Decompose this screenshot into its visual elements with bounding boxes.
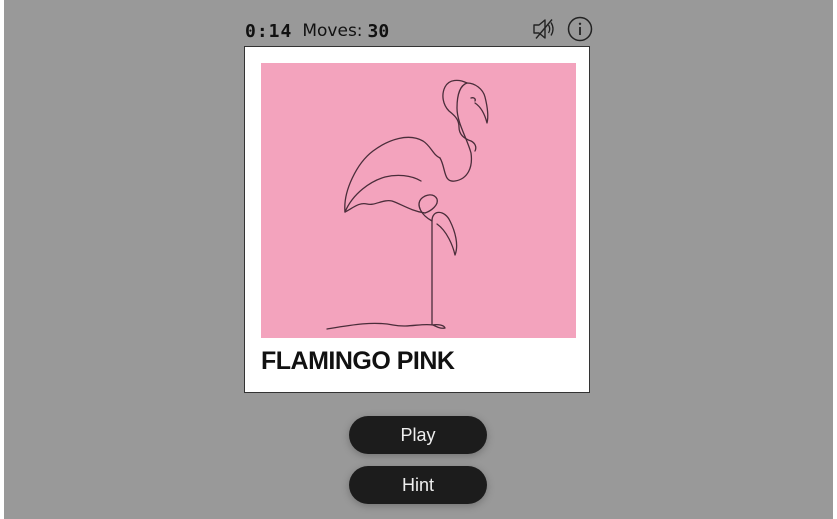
color-name-title: FLAMINGO PINK [261,347,455,375]
puzzle-board[interactable]: FLAMINGO PINK [244,46,590,393]
flamingo-illustration [326,79,489,330]
play-button[interactable]: Play [349,416,487,454]
speaker-muted-icon [533,19,554,39]
moves-label: Moves: [302,21,363,41]
hint-button[interactable]: Hint [349,466,487,504]
mute-button[interactable] [531,16,557,42]
info-button[interactable] [567,16,593,42]
info-circle-icon [567,16,593,42]
color-swatch [261,63,576,338]
game-stats: 0:14 Moves: 30 [245,20,389,42]
timer: 0:14 [245,20,293,42]
moves-count: 30 [367,20,390,42]
